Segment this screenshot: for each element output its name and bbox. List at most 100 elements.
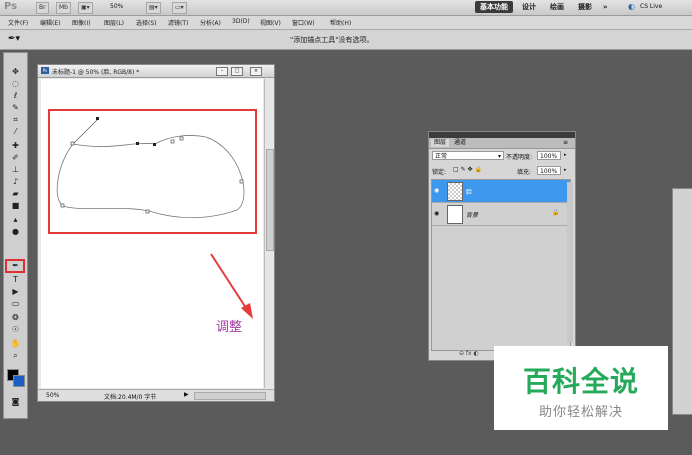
layer-row-background[interactable]: ◉ 背景 🔒 [432, 203, 570, 226]
workspace-painting[interactable]: 绘画 [545, 1, 569, 13]
canvas-artwork [48, 109, 257, 319]
right-side-panel [672, 188, 692, 415]
options-message: "添加锚点工具"没有选项。 [290, 36, 374, 44]
blend-mode-value: 正常 [435, 153, 448, 160]
eye-icon[interactable]: ◉ [434, 187, 439, 194]
menu-window[interactable]: 窗口(W) [292, 18, 315, 27]
menu-help[interactable]: 帮助(H) [330, 18, 351, 27]
layer-name: 脸 [466, 189, 473, 196]
workspace-more[interactable]: » [598, 1, 613, 13]
status-doc-size[interactable]: 文档:20.4M/0 字节 [104, 392, 156, 401]
eye-icon[interactable]: ◉ [434, 210, 439, 217]
layer-name: 背景 [466, 212, 479, 219]
screen-mode-button[interactable]: ▭▾ [172, 2, 187, 14]
layer-thumbnail [447, 182, 463, 201]
layers-list: ◉ 脸 ◉ 背景 🔒 [431, 179, 571, 351]
opacity-input[interactable]: 100% [537, 151, 561, 160]
ps-logo: Ps [4, 1, 18, 12]
status-zoom[interactable]: 50% [46, 392, 59, 399]
watermark-box: 百科全说 助你轻松解决 [494, 346, 668, 430]
panel-footer-icons[interactable]: ⊖ fx ◐ [459, 350, 479, 357]
workspace-design[interactable]: 设计 [517, 1, 541, 13]
menu-edit[interactable]: 编辑(E) [40, 18, 60, 27]
view-extras-button[interactable]: ▣▾ [78, 2, 93, 14]
work-path [56, 135, 245, 219]
3d-rotate-tool-icon[interactable]: ❂ [9, 313, 22, 323]
menu-layer[interactable]: 图层(L) [104, 18, 124, 27]
cs-live-icon: ◐ [628, 2, 635, 11]
menu-bar: 文件(F) 编辑(E) 图像(I) 图层(L) 选择(S) 滤镜(T) 分析(A… [0, 16, 692, 30]
document-vertical-scrollbar[interactable] [264, 79, 274, 388]
arrange-docs-button[interactable]: ▤▾ [146, 2, 161, 14]
app-bar: Ps Br Mb ▣▾ 50% ▤▾ ▭▾ 基本功能 设计 绘画 摄影 » ◐ … [0, 0, 692, 16]
status-arrow-icon[interactable]: ▶ [184, 391, 189, 398]
lock-label: 锁定: [432, 169, 447, 176]
minibridge-button[interactable]: Mb [56, 2, 71, 14]
menu-file[interactable]: 文件(F) [8, 18, 28, 27]
watermark-title: 百科全说 [522, 365, 639, 398]
direction-line [72, 118, 99, 145]
highlight-rectangle [48, 109, 257, 234]
cs-live-button[interactable]: CS Live [640, 3, 662, 10]
workspace-photography[interactable]: 摄影 [573, 1, 597, 13]
minimize-button[interactable]: – [216, 67, 228, 76]
menu-image[interactable]: 图像(I) [72, 18, 90, 27]
marquee-tool-icon[interactable]: ◌ [9, 79, 22, 89]
document-canvas[interactable] [41, 79, 263, 388]
menu-analysis[interactable]: 分析(A) [200, 18, 221, 27]
eraser-tool-icon[interactable]: ▰ [9, 189, 22, 199]
lock-icon: 🔒 [552, 209, 560, 216]
scrollbar-thumb[interactable] [266, 149, 274, 251]
close-button[interactable]: × [250, 67, 262, 76]
add-anchor-pen-tool-icon[interactable]: ✒ [9, 261, 22, 271]
workspace-essentials[interactable]: 基本功能 [475, 1, 513, 13]
background-color-swatch[interactable] [13, 375, 25, 387]
path-select-tool-icon[interactable]: ▶ [9, 287, 22, 297]
quick-mask-icon[interactable]: ◙ [9, 397, 22, 407]
3d-orbit-tool-icon[interactable]: ☉ [9, 325, 22, 335]
horizontal-scrollbar[interactable] [194, 392, 266, 400]
fill-slider-icon[interactable]: ▸ [564, 167, 567, 173]
direction-handle [96, 117, 99, 120]
quick-select-tool-icon[interactable]: ✎ [9, 103, 22, 113]
move-tool-icon[interactable]: ✥ [9, 67, 22, 77]
blur-tool-icon[interactable]: ▴ [9, 215, 22, 225]
document-title: 未标题-1 @ 50% (脸, RGB/8) * [52, 69, 140, 76]
brush-tool-icon[interactable]: ✐ [9, 153, 22, 163]
gradient-tool-icon[interactable]: ■ [9, 201, 22, 211]
lasso-tool-icon[interactable]: ℓ [9, 91, 22, 101]
fill-input[interactable]: 100% [537, 166, 561, 175]
stamp-tool-icon[interactable]: ⊥ [9, 165, 22, 175]
watermark-subtitle: 助你轻松解决 [538, 405, 623, 420]
type-tool-icon[interactable]: T [9, 275, 22, 285]
lock-icons[interactable]: □ ✎ ✥ 🔒 [453, 166, 482, 173]
zoom-select[interactable]: 50% [110, 3, 123, 10]
layer-row-face[interactable]: ◉ 脸 [432, 180, 570, 203]
layers-scrollbar[interactable] [567, 182, 573, 342]
menu-3d[interactable]: 3D(D) [232, 18, 250, 25]
restore-button[interactable]: □ [231, 67, 243, 76]
history-brush-tool-icon[interactable]: ♪ [9, 177, 22, 187]
eyedropper-tool-icon[interactable]: ⁄ [9, 127, 22, 137]
document-titlebar[interactable]: Ps 未标题-1 @ 50% (脸, RGB/8) * – □ × [38, 65, 274, 78]
zoom-tool-icon[interactable]: ⌕ [9, 351, 22, 361]
crop-tool-icon[interactable]: ⌗ [9, 115, 22, 125]
menu-view[interactable]: 视图(V) [260, 18, 281, 27]
healing-brush-tool-icon[interactable]: ✚ [9, 141, 22, 151]
anchor-point [153, 143, 156, 146]
tab-layers[interactable]: 图层 [431, 139, 450, 147]
dodge-tool-icon[interactable]: ● [9, 227, 22, 237]
bridge-button[interactable]: Br [36, 2, 49, 14]
blend-mode-select[interactable]: 正常 ▾ [432, 151, 504, 160]
hand-tool-icon[interactable]: ✋ [9, 339, 22, 349]
ps-doc-icon: Ps [41, 67, 49, 74]
layers-panel: 图层 通道 ≡ 正常 ▾ 不透明度: 100% ▸ 锁定: □ ✎ ✥ 🔒 填充… [428, 131, 576, 361]
annotation-label: 调整 [216, 320, 243, 335]
pen-add-tool-preset-icon[interactable]: ✒▾ [8, 34, 20, 44]
shape-tool-icon[interactable]: ▭ [9, 299, 22, 309]
menu-select[interactable]: 选择(S) [136, 18, 157, 27]
tab-channels[interactable]: 通道 [451, 139, 469, 147]
menu-filter[interactable]: 滤镜(T) [168, 18, 188, 27]
panel-menu-icon[interactable]: ≡ [563, 139, 568, 146]
opacity-slider-icon[interactable]: ▸ [564, 152, 567, 158]
